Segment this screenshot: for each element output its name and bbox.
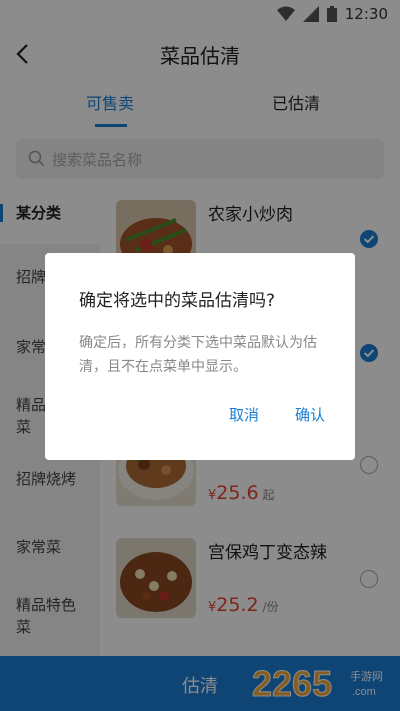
confirm-dialog: 确定将选中的菜品估清吗? 确定后，所有分类下选中菜品默认为估清，且不在点菜单中显… [45, 253, 355, 460]
dialog-title: 确定将选中的菜品估清吗? [79, 291, 276, 311]
cancel-button[interactable]: 取消 [229, 404, 259, 425]
dialog-message: 确定后，所有分类下选中菜品默认为估清，且不在点菜单中显示。 [79, 335, 317, 375]
confirm-button[interactable]: 确认 [295, 404, 325, 425]
